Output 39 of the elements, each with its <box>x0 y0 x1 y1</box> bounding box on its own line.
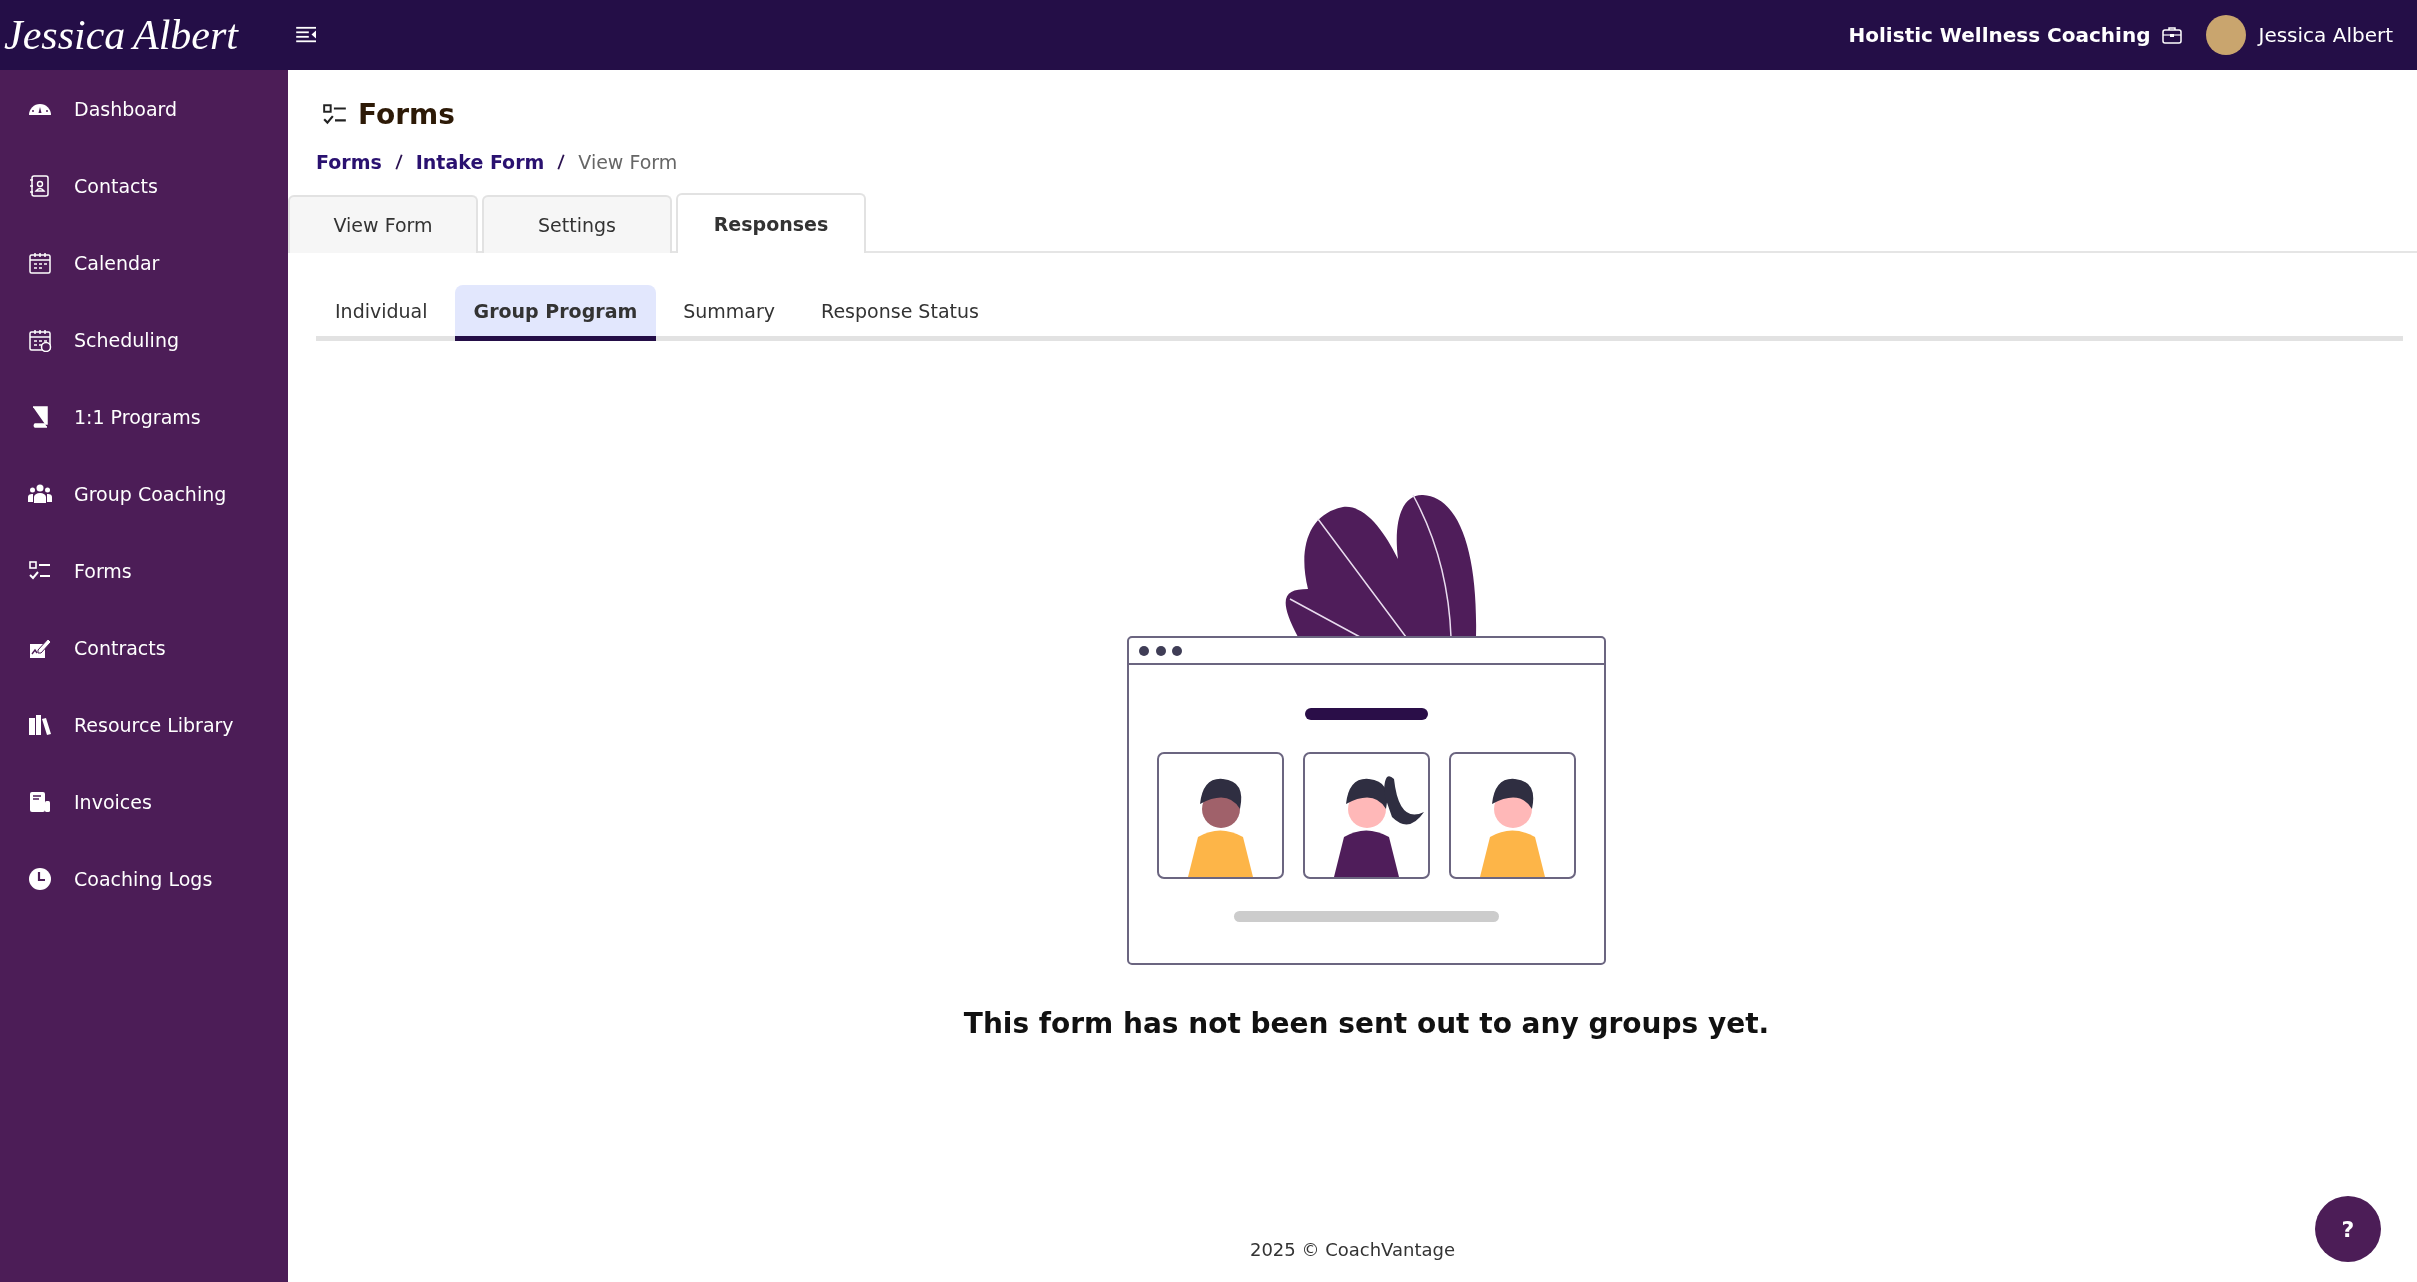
empty-state-message: This form has not been sent out to any groups yet. <box>963 1007 1770 1040</box>
sidebar-item[interactable]: Dashboard <box>0 70 288 147</box>
menu-collapse-icon[interactable] <box>296 26 318 44</box>
breadcrumb-separator-icon <box>556 153 567 171</box>
tab[interactable]: View Form <box>288 195 478 253</box>
sidebar-item[interactable]: Resource Library <box>0 686 288 763</box>
user-name[interactable]: Jessica Albert <box>2258 23 2393 47</box>
user-avatar[interactable] <box>2206 15 2247 55</box>
subtab[interactable]: Response Status <box>802 285 998 341</box>
breadcrumb-current: View Form <box>578 151 678 173</box>
scheduling-icon <box>28 327 52 352</box>
subtab[interactable]: Summary <box>664 285 795 341</box>
clock-icon <box>28 866 52 891</box>
tab[interactable]: Settings <box>482 195 672 253</box>
subtab[interactable]: Group Program <box>454 285 657 341</box>
contacts-icon <box>28 173 52 198</box>
sidebar-item[interactable]: Contracts <box>0 609 288 686</box>
sidebar-item[interactable]: Invoices <box>0 763 288 840</box>
breadcrumb-separator-icon <box>393 153 404 171</box>
business-name[interactable]: Holistic Wellness Coaching <box>1848 23 2151 47</box>
sidebar-item[interactable]: Calendar <box>0 224 288 301</box>
sidebar-item[interactable]: Coaching Logs <box>0 840 288 917</box>
logo-text: Jessica Albert <box>3 10 240 60</box>
briefcase-icon[interactable] <box>2162 26 2183 44</box>
tab[interactable]: Responses <box>676 193 866 253</box>
breadcrumb-link[interactable]: Forms <box>316 151 382 173</box>
help-button[interactable]: ? <box>2315 1196 2381 1262</box>
invoice-icon <box>28 789 52 814</box>
library-icon <box>28 712 52 737</box>
page-title: Forms <box>358 98 455 131</box>
sidebar-item[interactable]: 1:1 Programs <box>0 378 288 455</box>
footer-text: 2025 © CoachVantage <box>1248 1239 1457 1260</box>
breadcrumb-link[interactable]: Intake Form <box>415 151 545 173</box>
sidebar-item[interactable]: Forms <box>0 532 288 609</box>
sidebar-item[interactable]: Group Coaching <box>0 455 288 532</box>
sidebar-item[interactable]: Scheduling <box>0 301 288 378</box>
subtab[interactable]: Individual <box>316 285 447 341</box>
sidebar-item[interactable]: Contacts <box>0 147 288 224</box>
calendar-icon <box>28 250 52 275</box>
